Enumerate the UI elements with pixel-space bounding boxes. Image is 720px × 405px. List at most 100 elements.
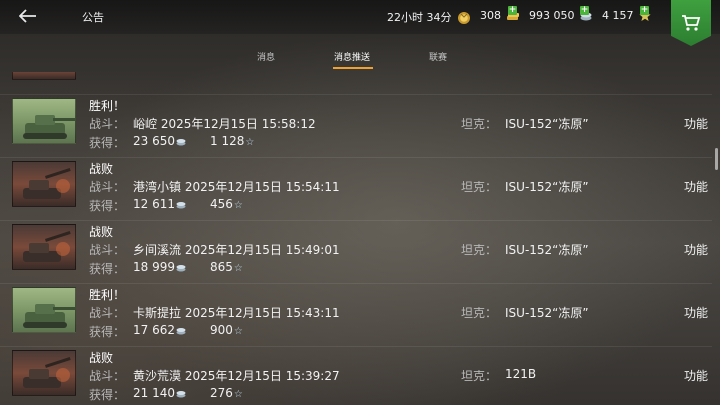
tank-name: ISU-152“冻原” [505, 117, 589, 131]
shopping-cart-icon [682, 15, 701, 31]
credits-amount: 21 140 [133, 386, 175, 400]
earned-xp: 1 128☆ [210, 134, 254, 148]
page-title: 公告 [82, 11, 104, 24]
function-button[interactable]: 功能 [684, 178, 708, 195]
battle-thumbnail [12, 224, 76, 270]
battle-thumbnail [12, 350, 76, 396]
earned-label: 获得： [89, 199, 126, 213]
tank-name: ISU-152“冻原” [505, 243, 589, 257]
silver-coins-icon [176, 139, 186, 146]
tank-name: 121B [505, 367, 537, 381]
xp-star-icon: ☆ [233, 200, 243, 211]
earned-label: 获得： [89, 325, 126, 339]
battle-outcome: 战败 [89, 225, 114, 239]
tank-icon [23, 356, 71, 388]
xp-value: 4 157 [602, 9, 634, 22]
tank-icon [23, 115, 75, 139]
earned-xp: 456☆ [210, 197, 243, 211]
battle-thumbnail [12, 287, 76, 333]
function-button[interactable]: 功能 [684, 241, 708, 258]
battle-result-row[interactable]: 战败 战斗： 黄沙荒漠 2025年12月15日 15:39:27 获得： 21 … [0, 346, 712, 405]
battle-outcome: 胜利！ [89, 99, 126, 113]
silver-coins-icon [176, 202, 186, 209]
tank-icon [23, 167, 71, 199]
earned-label: 获得： [89, 388, 126, 402]
earned-xp: 900☆ [210, 323, 243, 337]
battle-label: 战斗： [89, 243, 126, 257]
battle-result-row[interactable]: 胜利！ 战斗： 峪崆 2025年12月15日 15:58:12 获得： 23 6… [0, 94, 712, 157]
battle-info: 港湾小镇 2025年12月15日 15:54:11 [133, 180, 340, 194]
battle-outcome: 战败 [89, 351, 114, 365]
battle-thumbnail [12, 98, 76, 144]
xp-amount: 276 [210, 386, 233, 400]
tank-label: 坦克： [461, 306, 498, 320]
credits-amount: 18 999 [133, 260, 175, 274]
tank-label: 坦克： [461, 243, 498, 257]
xp-star-icon: ☆ [233, 326, 243, 337]
battle-result-row[interactable]: 战败 战斗： 乡间溪流 2025年12月15日 15:49:01 获得： 18 … [0, 220, 712, 283]
earned-xp: 276☆ [210, 386, 243, 400]
shop-button[interactable] [671, 0, 711, 46]
add-credits-button[interactable]: + [580, 6, 589, 15]
battle-thumbnail [12, 72, 76, 80]
tank-icon [23, 230, 71, 262]
battle-results-list: 胜利！ 战斗： 峪崆 2025年12月15日 15:58:12 获得： 23 6… [0, 72, 720, 405]
silver-coins-icon [176, 391, 186, 398]
xp-star-icon: ☆ [233, 263, 243, 274]
add-xp-button[interactable]: + [640, 6, 649, 15]
battle-info: 黄沙荒漠 2025年12月15日 15:39:27 [133, 369, 340, 383]
battle-result-row[interactable]: 胜利！ 战斗： 卡斯提拉 2025年12月15日 15:43:11 获得： 17… [0, 283, 712, 346]
xp-amount: 1 128 [210, 134, 245, 148]
silver-coins-icon [176, 328, 186, 335]
premium-timer-text: 22小时 34分 [387, 11, 452, 24]
tank-label: 坦克： [461, 369, 498, 383]
gold-value: 308 [480, 9, 501, 22]
earned-label: 获得： [89, 262, 126, 276]
battle-label: 战斗： [89, 180, 126, 194]
xp-amount: 456 [210, 197, 233, 211]
battle-thumbnail [12, 161, 76, 207]
battle-label: 战斗： [89, 117, 126, 131]
earned-credits: 21 140 [133, 386, 186, 400]
credits-amount: 17 662 [133, 323, 175, 337]
function-button[interactable]: 功能 [684, 367, 708, 384]
tab-league[interactable]: 联赛 [429, 50, 447, 63]
battle-label: 战斗： [89, 306, 126, 320]
top-bar: 公告 22小时 34分 308 + 993 050 + 4 157 + [0, 0, 720, 34]
battle-label: 战斗： [89, 369, 126, 383]
xp-star-icon: ☆ [245, 137, 255, 148]
earned-credits: 12 611 [133, 197, 186, 211]
function-button[interactable]: 功能 [684, 115, 708, 132]
premium-timer[interactable]: 22小时 34分 [387, 9, 471, 25]
credits-amount: 12 611 [133, 197, 175, 211]
xp-amount: 865 [210, 260, 233, 274]
back-button[interactable] [16, 6, 40, 26]
function-button[interactable]: 功能 [684, 304, 708, 321]
credits-amount: 23 650 [133, 134, 175, 148]
credits-value: 993 050 [529, 9, 575, 22]
tab-messages[interactable]: 消息 [257, 50, 275, 63]
earned-credits: 23 650 [133, 134, 186, 148]
battle-outcome: 胜利！ [89, 288, 126, 302]
premium-badge-icon [458, 12, 470, 24]
earned-xp: 865☆ [210, 260, 243, 274]
tank-name: ISU-152“冻原” [505, 180, 589, 194]
active-tab-indicator [333, 67, 373, 69]
tank-name: ISU-152“冻原” [505, 306, 589, 320]
list-scrollbar[interactable] [715, 148, 718, 170]
battle-result-row[interactable]: 战败 战斗： 港湾小镇 2025年12月15日 15:54:11 获得： 12 … [0, 157, 712, 220]
earned-label: 获得： [89, 136, 126, 150]
xp-amount: 900 [210, 323, 233, 337]
tank-label: 坦克： [461, 117, 498, 131]
tab-push-messages[interactable]: 消息推送 [334, 50, 370, 63]
earned-credits: 17 662 [133, 323, 186, 337]
add-gold-button[interactable]: + [508, 6, 517, 15]
tank-label: 坦克： [461, 180, 498, 194]
arrow-left-icon [19, 9, 36, 23]
xp-star-icon: ☆ [233, 389, 243, 400]
earned-credits: 18 999 [133, 260, 186, 274]
battle-info: 卡斯提拉 2025年12月15日 15:43:11 [133, 306, 340, 320]
tank-icon [23, 304, 75, 328]
battle-info: 峪崆 2025年12月15日 15:58:12 [133, 117, 316, 131]
battle-info: 乡间溪流 2025年12月15日 15:49:01 [133, 243, 340, 257]
